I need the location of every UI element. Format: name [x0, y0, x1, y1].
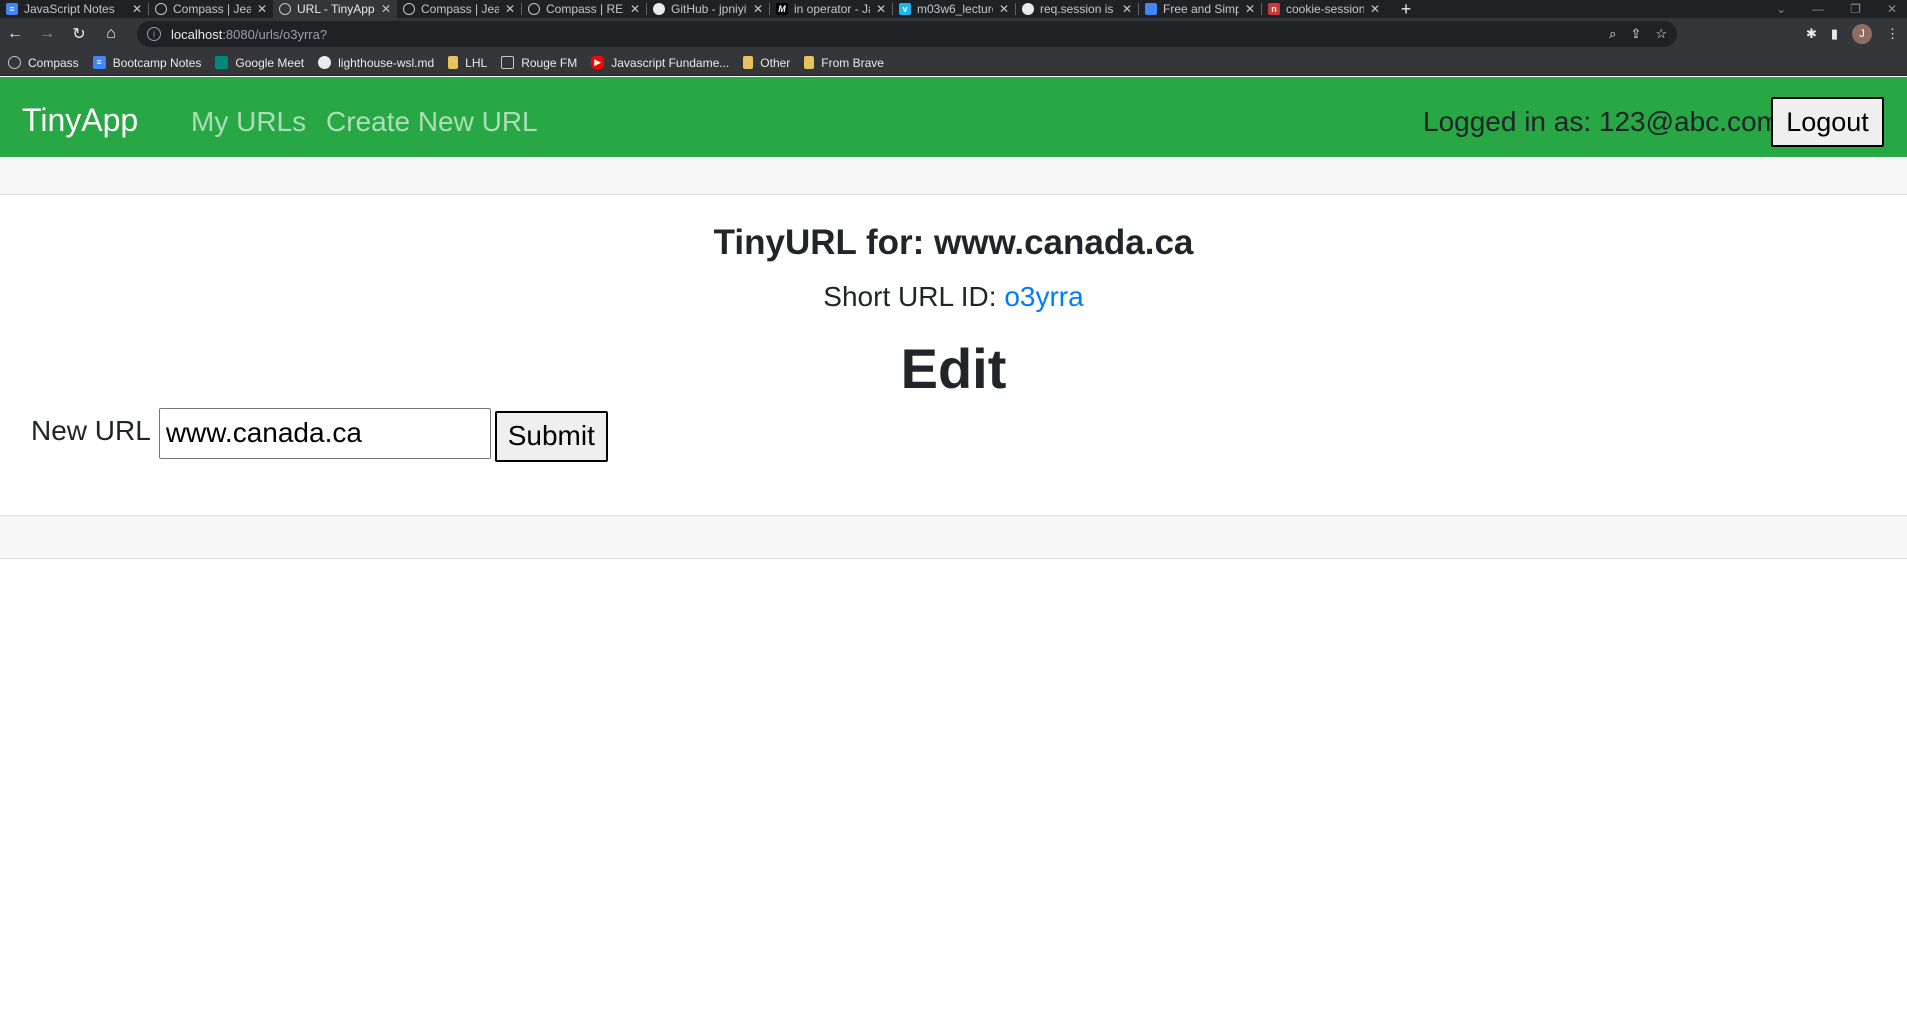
edit-url-form: New URL Submit — [31, 403, 608, 463]
short-url-label: Short URL ID: — [823, 281, 1005, 312]
bookmark-folder[interactable]: LHL — [448, 56, 487, 70]
youtube-icon: ▶ — [591, 56, 605, 69]
new-url-label: New URL — [31, 415, 151, 446]
folder-icon — [743, 56, 754, 69]
github-icon — [1022, 3, 1034, 15]
page-title: TinyURL for: www.canada.ca — [713, 223, 1194, 262]
logged-in-text: Logged in as: 123@abc.com — [1423, 106, 1780, 137]
card-header — [0, 158, 1907, 195]
zoom-icon[interactable]: ⌕ — [1609, 26, 1616, 42]
reload-icon[interactable]: ↻ — [66, 21, 92, 47]
compass-icon — [8, 56, 21, 69]
bookmarks-bar: Compass ≡ Bootcamp Notes Google Meet ligh… — [0, 50, 1907, 76]
browser-tab[interactable]: Compass | Jean ✕ — [149, 0, 273, 18]
nav-my-urls[interactable]: My URLs — [191, 106, 306, 138]
compass-icon — [403, 3, 415, 15]
bookmark-item[interactable]: Google Meet — [215, 56, 304, 70]
browser-tab[interactable]: M in operator - Ja ✕ — [770, 0, 892, 18]
browser-tab[interactable]: n cookie-session ✕ — [1262, 0, 1386, 18]
address-bar[interactable]: i localhost:8080/urls/o3yrra? ⌕ ⇪ ☆ — [137, 21, 1677, 47]
page: TinyApp My URLs Create New URL Logged in… — [0, 77, 1907, 1020]
browser-tab[interactable]: Compass | Jean ✕ — [397, 0, 521, 18]
close-tab-icon[interactable]: ✕ — [876, 2, 886, 16]
browser-tab[interactable]: Compass | REST ✕ — [522, 0, 646, 18]
close-tab-icon[interactable]: ✕ — [381, 2, 391, 16]
bookmark-item[interactable]: ▶ Javascript Fundame... — [591, 56, 729, 70]
submit-button[interactable]: Submit — [494, 410, 608, 462]
bookmark-item[interactable]: Compass — [8, 56, 79, 70]
bookmark-item[interactable]: ≡ Bootcamp Notes — [92, 56, 201, 70]
restore-icon[interactable]: ❐ — [1850, 2, 1861, 16]
short-url-link[interactable]: o3yrra — [1004, 281, 1083, 312]
home-icon[interactable]: ⌂ — [98, 21, 124, 47]
brand-link[interactable]: TinyApp — [22, 102, 138, 139]
browser-tab[interactable]: Free and Simple ✕ — [1139, 0, 1261, 18]
close-tab-icon[interactable]: ✕ — [1122, 2, 1132, 16]
bookmark-item[interactable]: Rouge FM — [501, 56, 577, 70]
bookmark-star-icon[interactable]: ☆ — [1655, 26, 1667, 42]
tab-strip: ≡ JavaScript Notes ✕ Compass | Jean ✕ UR… — [0, 0, 1907, 20]
close-tab-icon[interactable]: ✕ — [257, 2, 267, 16]
avatar[interactable]: J — [1852, 24, 1872, 44]
vimeo-icon: v — [899, 3, 911, 15]
image-icon — [1145, 3, 1157, 15]
tab-search-icon[interactable]: ⌄ — [1776, 2, 1786, 16]
github-icon — [653, 3, 665, 15]
compass-icon — [528, 3, 540, 15]
card-footer — [0, 515, 1907, 559]
logout-button[interactable]: Logout — [1771, 97, 1884, 147]
extensions-icon[interactable]: ✱ — [1806, 26, 1817, 42]
address-path: :8080/urls/o3yrra? — [222, 26, 328, 42]
radio-icon — [501, 56, 515, 69]
bookmark-folder[interactable]: Other — [743, 56, 790, 70]
nav-create-new-url[interactable]: Create New URL — [326, 106, 538, 138]
side-panel-icon[interactable]: ▮ — [1831, 26, 1838, 42]
browser-tab[interactable]: v m03w6_lecture ✕ — [893, 0, 1015, 18]
folder-icon — [804, 56, 815, 69]
mdn-icon: M — [776, 3, 788, 15]
close-tab-icon[interactable]: ✕ — [753, 2, 763, 16]
meet-icon — [215, 56, 229, 69]
minimize-icon[interactable]: — — [1812, 2, 1824, 16]
app-navbar: TinyApp My URLs Create New URL Logged in… — [0, 77, 1907, 157]
browser-tab[interactable]: ≡ JavaScript Notes ✕ — [0, 0, 148, 18]
close-tab-icon[interactable]: ✕ — [999, 2, 1009, 16]
site-info-icon[interactable]: i — [147, 27, 161, 41]
browser-tab[interactable]: req.session is n ✕ — [1016, 0, 1138, 18]
address-host: localhost — [171, 26, 223, 42]
close-tab-icon[interactable]: ✕ — [630, 2, 640, 16]
browser-tab-active[interactable]: URL - TinyApp E ✕ — [273, 0, 397, 18]
short-url-line: Short URL ID: o3yrra — [0, 281, 1907, 313]
bookmark-folder[interactable]: From Brave — [804, 56, 884, 70]
globe-icon — [279, 3, 291, 15]
new-tab-icon[interactable]: + — [1396, 0, 1416, 20]
github-icon — [318, 56, 332, 69]
docs-icon: ≡ — [6, 3, 18, 15]
menu-icon[interactable]: ⋮ — [1886, 26, 1899, 42]
close-tab-icon[interactable]: ✕ — [132, 2, 142, 16]
browser-toolbar: ← → ↻ ⌂ i localhost:8080/urls/o3yrra? ⌕ … — [0, 18, 1907, 50]
npm-icon: n — [1268, 3, 1280, 15]
bookmark-item[interactable]: lighthouse-wsl.md — [318, 56, 434, 70]
folder-icon — [448, 56, 459, 69]
docs-icon: ≡ — [92, 56, 106, 69]
close-tab-icon[interactable]: ✕ — [1245, 2, 1255, 16]
close-tab-icon[interactable]: ✕ — [505, 2, 515, 16]
compass-icon — [155, 3, 167, 15]
edit-heading: Edit — [900, 337, 1007, 400]
forward-icon[interactable]: → — [34, 21, 60, 47]
close-window-icon[interactable]: ✕ — [1887, 2, 1897, 16]
new-url-input[interactable] — [158, 407, 491, 459]
share-icon[interactable]: ⇪ — [1630, 26, 1641, 42]
back-icon[interactable]: ← — [2, 21, 28, 47]
browser-tab[interactable]: GitHub - jpniyit ✕ — [647, 0, 769, 18]
close-tab-icon[interactable]: ✕ — [1370, 2, 1380, 16]
